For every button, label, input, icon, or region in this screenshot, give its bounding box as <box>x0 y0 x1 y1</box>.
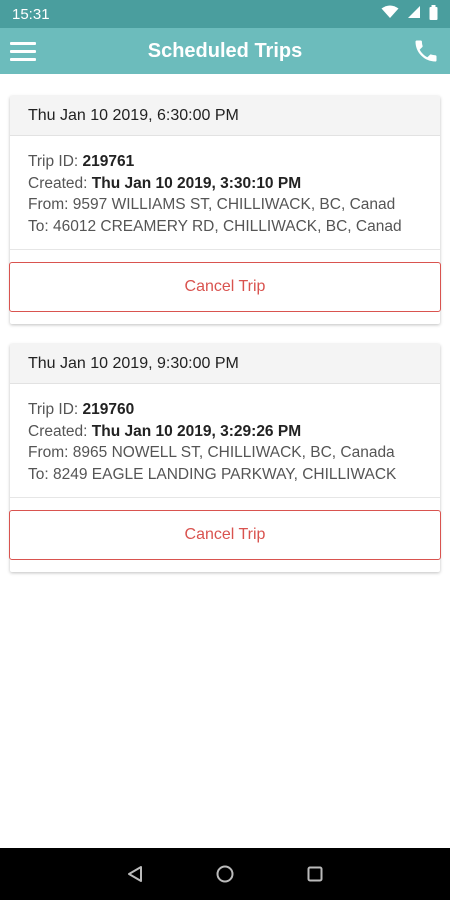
trip-created-line: Created: Thu Jan 10 2019, 3:30:10 PM <box>28 173 422 195</box>
trip-id-label: Trip ID: <box>28 153 83 170</box>
trip-id-line: Trip ID: 219761 <box>28 151 422 173</box>
trip-actions: Cancel Trip <box>9 498 441 572</box>
battery-icon <box>429 4 438 24</box>
trip-created-label: Created: <box>28 174 92 192</box>
recents-icon[interactable] <box>303 862 327 886</box>
phone-icon[interactable] <box>412 37 440 65</box>
status-bar: 15:31 <box>0 0 450 28</box>
trip-from-label: From: <box>28 444 73 461</box>
menu-icon[interactable] <box>10 38 36 64</box>
trip-actions: Cancel Trip <box>9 250 441 324</box>
trip-id-line: Trip ID: 219760 <box>28 399 422 421</box>
trip-card: Thu Jan 10 2019, 6:30:00 PM Trip ID: 219… <box>9 96 441 324</box>
trip-id: 219760 <box>82 401 135 418</box>
trip-details: Trip ID: 219760 Created: Thu Jan 10 2019… <box>10 384 440 498</box>
system-nav-bar <box>0 848 450 900</box>
trip-to-line: To: 46012 CREAMERY RD, CHILLIWACK, BC, C… <box>28 216 422 238</box>
trip-card: Thu Jan 10 2019, 9:30:00 PM Trip ID: 219… <box>9 344 441 572</box>
trip-to-label: To: <box>28 217 53 235</box>
trip-from-line: From: 9597 WILLIAMS ST, CHILLIWACK, BC, … <box>28 194 422 216</box>
trip-created: Thu Jan 10 2019, 3:30:10 PM <box>91 174 302 192</box>
trip-created-line: Created: Thu Jan 10 2019, 3:29:26 PM <box>28 421 422 443</box>
cancel-trip-button[interactable]: Cancel Trip <box>9 262 441 312</box>
trip-from-label: From: <box>28 196 73 213</box>
home-icon[interactable] <box>213 862 237 886</box>
trip-from: 9597 WILLIAMS ST, CHILLIWACK, BC, Canad <box>72 196 396 213</box>
trip-id: 219761 <box>82 153 135 170</box>
trip-to-label: To: <box>28 465 53 483</box>
status-time: 15:31 <box>12 5 50 23</box>
trip-created: Thu Jan 10 2019, 3:29:26 PM <box>91 422 302 440</box>
trip-details: Trip ID: 219761 Created: Thu Jan 10 2019… <box>10 136 440 250</box>
trip-to-line: To: 8249 EAGLE LANDING PARKWAY, CHILLIWA… <box>28 464 422 486</box>
trip-list: Thu Jan 10 2019, 6:30:00 PM Trip ID: 219… <box>0 74 450 848</box>
trip-from-line: From: 8965 NOWELL ST, CHILLIWACK, BC, Ca… <box>28 442 422 464</box>
trip-from: 8965 NOWELL ST, CHILLIWACK, BC, Canada <box>72 444 395 461</box>
trip-created-label: Created: <box>28 422 92 440</box>
cancel-trip-button[interactable]: Cancel Trip <box>9 510 441 560</box>
app-bar: Scheduled Trips <box>0 28 450 74</box>
trip-scheduled-time: Thu Jan 10 2019, 6:30:00 PM <box>10 96 440 136</box>
trip-to: 8249 EAGLE LANDING PARKWAY, CHILLIWACK <box>52 465 397 483</box>
wifi-icon <box>381 5 399 23</box>
trip-scheduled-time: Thu Jan 10 2019, 9:30:00 PM <box>10 344 440 384</box>
back-icon[interactable] <box>123 862 147 886</box>
trip-to: 46012 CREAMERY RD, CHILLIWACK, BC, Canad <box>52 217 402 235</box>
trip-id-label: Trip ID: <box>28 401 83 418</box>
signal-icon <box>407 5 421 23</box>
page-title: Scheduled Trips <box>147 39 303 62</box>
status-icons <box>381 4 438 24</box>
